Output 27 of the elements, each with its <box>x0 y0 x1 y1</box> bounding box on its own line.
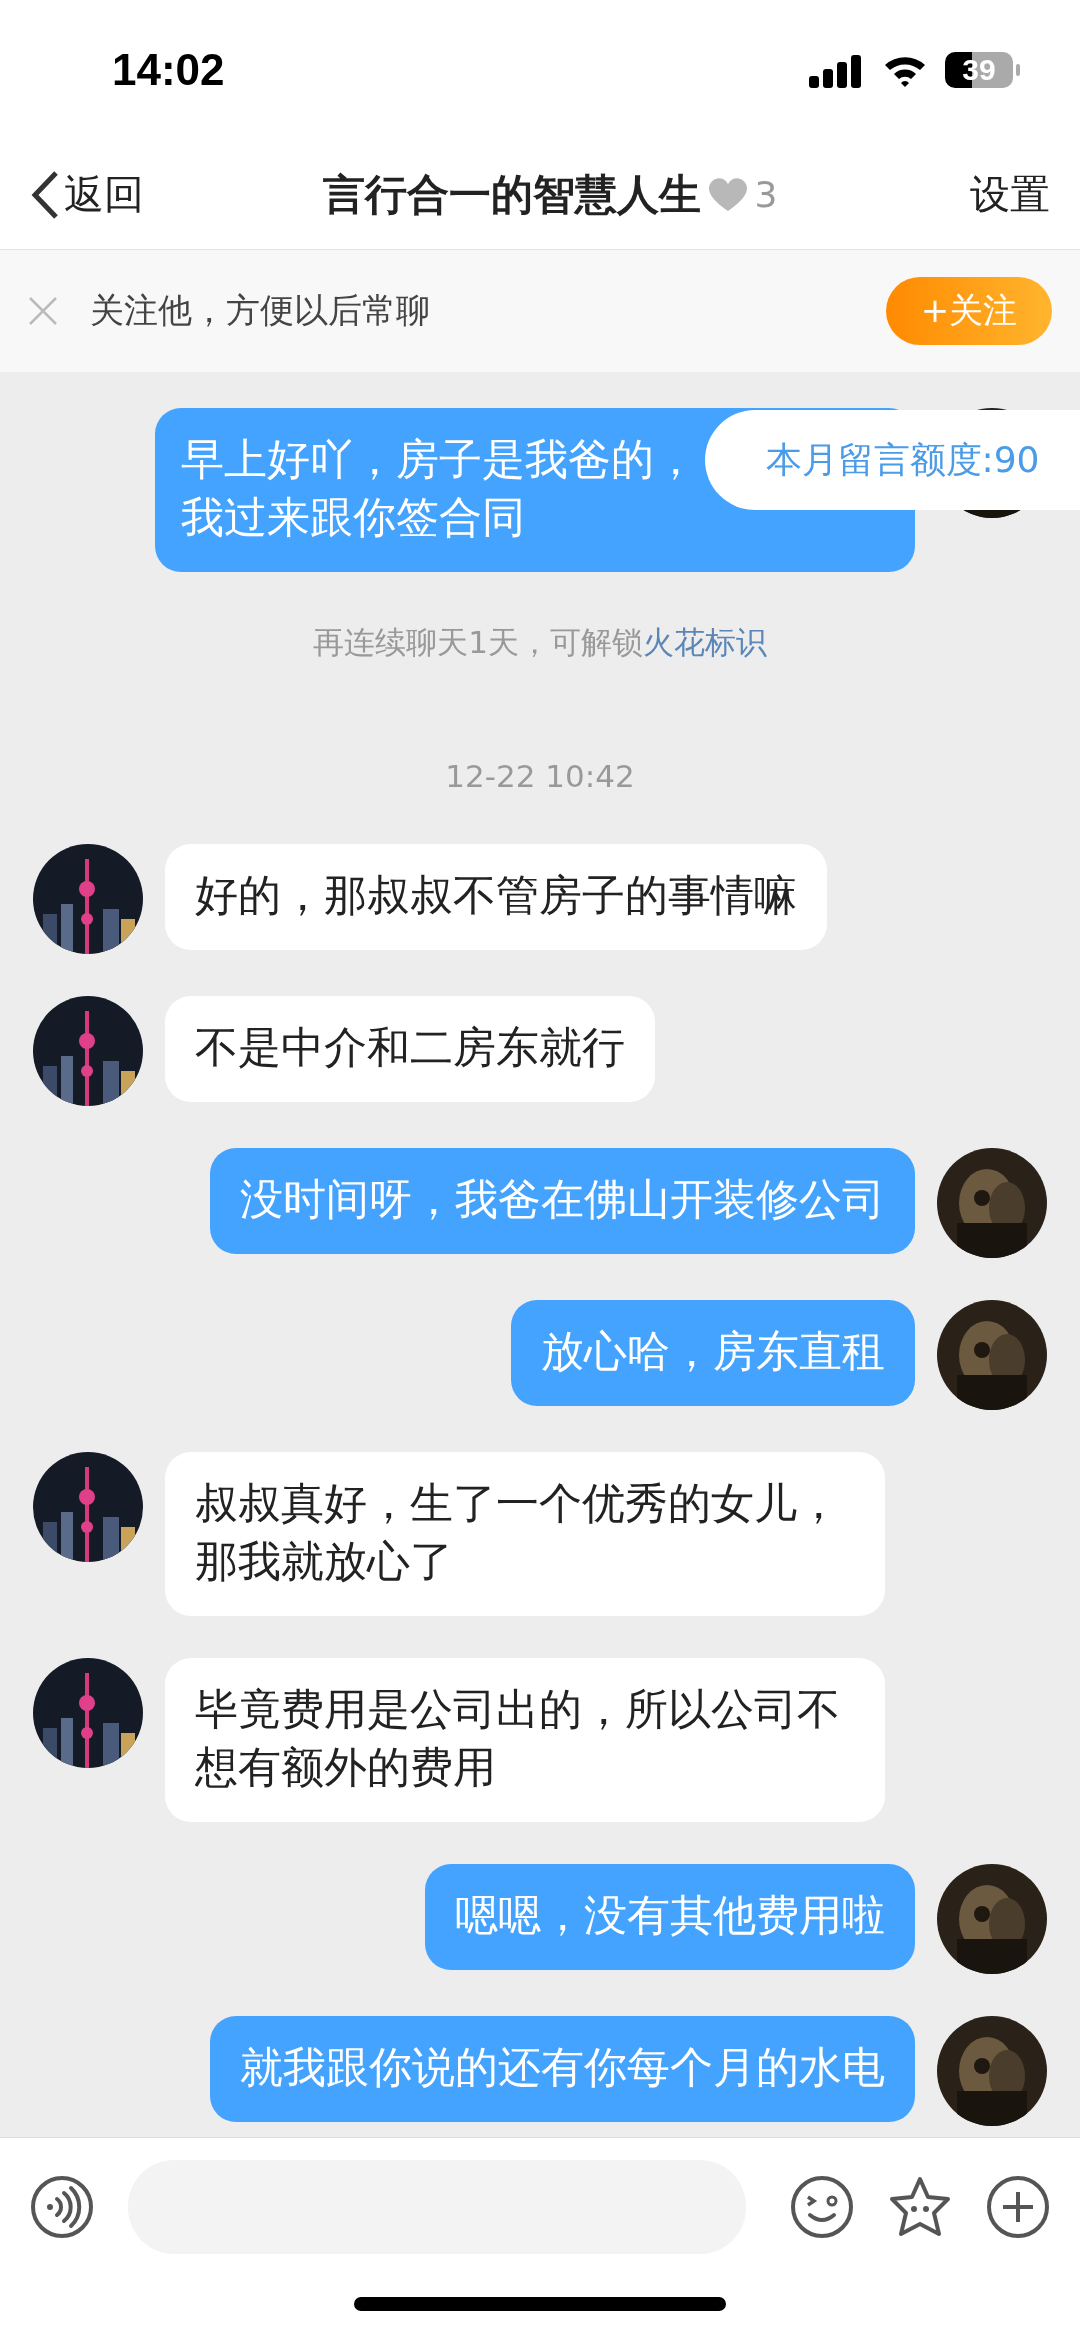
settings-button[interactable]: 设置 <box>970 167 1050 222</box>
heart-icon <box>708 177 747 212</box>
message-bubble[interactable]: 好的，那叔叔不管房子的事情嘛 <box>165 844 827 950</box>
quota-tooltip: 本月留言额度:90 <box>705 410 1080 510</box>
message-bubble[interactable]: 毕竟费用是公司出的，所以公司不想有额外的费用 <box>165 1658 885 1822</box>
follow-button[interactable]: +关注 <box>886 277 1052 345</box>
follow-prompt: 关注他，方便以后常聊 <box>90 289 430 332</box>
streak-notice: 再连续聊天1天，可解锁火花标识 <box>313 623 767 662</box>
back-button[interactable]: 返回 <box>30 167 144 222</box>
message-bubble[interactable]: 没时间呀，我爸在佛山开装修公司 <box>210 1148 915 1254</box>
message-line: 早上好吖，房子是我爸的， <box>181 433 697 486</box>
voice-icon[interactable] <box>30 2175 94 2239</box>
chat-title: 言行合一的智慧人生 <box>322 168 701 221</box>
message-line: 我过来跟你签合同 <box>181 491 525 544</box>
message-bubble[interactable]: 放心哈，房东直租 <box>511 1300 915 1406</box>
timestamp: 12-22 10:42 <box>445 757 635 794</box>
message-bubble[interactable]: 嗯嗯，没有其他费用啦 <box>425 1864 915 1970</box>
add-icon[interactable] <box>986 2175 1050 2239</box>
spark-link[interactable]: 火花标识 <box>642 624 767 660</box>
emoji-icon[interactable] <box>790 2175 854 2239</box>
message-bubble[interactable]: 不是中介和二房东就行 <box>165 996 655 1102</box>
intimacy-count: 3 <box>754 174 778 215</box>
message-bubble[interactable]: 就我跟你说的还有你每个月的水电 <box>210 2016 915 2122</box>
star-face-icon[interactable] <box>888 2175 952 2239</box>
chevron-icon <box>30 169 60 220</box>
message-bubble[interactable]: 叔叔真好，生了一个优秀的女儿，那我就放心了 <box>165 1452 885 1616</box>
status-time: 14:02 <box>112 45 225 95</box>
